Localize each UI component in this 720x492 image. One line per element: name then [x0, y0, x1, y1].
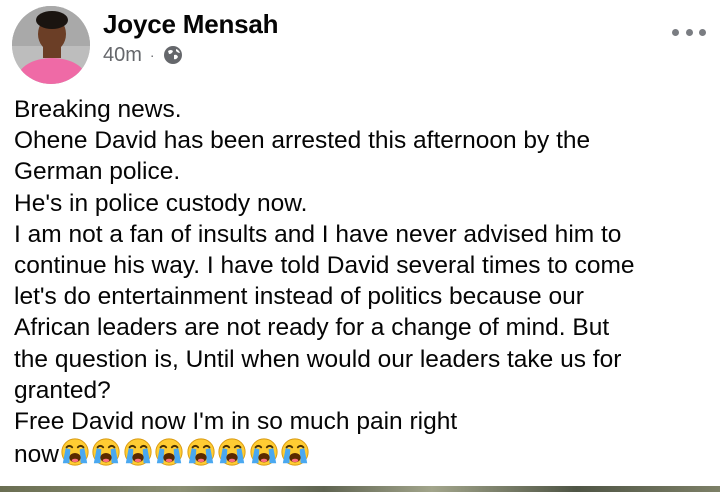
meta-separator: ·	[149, 47, 155, 63]
post-line: the question is, Until when would our le…	[14, 345, 622, 373]
more-dot	[672, 28, 679, 36]
globe-icon[interactable]	[163, 45, 183, 65]
post-line: Ohene David has been arrested this after…	[14, 127, 591, 155]
attached-photo-edge[interactable]	[0, 486, 720, 492]
post-line: I am not a fan of insults and I have nev…	[14, 220, 622, 248]
emoji-row	[60, 437, 312, 467]
post-meta: 40m ·	[103, 44, 183, 66]
more-options-icon[interactable]	[672, 22, 706, 42]
post-line: German police.	[14, 158, 181, 186]
post-body: Breaking news. Ohene David has been arre…	[14, 94, 714, 470]
loudly-crying-face-icon	[92, 438, 121, 466]
post-line: now	[14, 441, 59, 469]
post-last-line: now	[14, 437, 714, 470]
loudly-crying-face-icon	[250, 438, 278, 466]
post-line: granted?	[14, 376, 111, 404]
avatar[interactable]	[12, 6, 90, 84]
loudly-crying-face-icon	[61, 438, 89, 466]
post-line: African leaders are not ready for a chan…	[14, 314, 610, 342]
loudly-crying-face-icon	[124, 438, 152, 466]
loudly-crying-face-icon	[187, 438, 215, 466]
post-line: Breaking news.	[14, 96, 182, 123]
avatar-image	[12, 6, 90, 84]
more-dot	[699, 28, 706, 36]
loudly-crying-face-icon	[281, 438, 310, 466]
post-line: let's do entertainment instead of politi…	[14, 283, 584, 311]
post-line: continue his way. I have told David seve…	[14, 252, 635, 280]
more-dot	[685, 28, 693, 36]
post-line: Free David now I'm in so much pain right	[14, 408, 458, 436]
loudly-crying-face-icon	[155, 438, 184, 466]
author-name[interactable]: Joyce Mensah	[103, 9, 279, 40]
loudly-crying-face-icon	[218, 438, 247, 466]
post-line: He's in police custody now.	[14, 189, 308, 217]
facebook-post: Joyce Mensah 40m · Breaking news. Ohene …	[0, 0, 720, 492]
post-timestamp[interactable]: 40m	[103, 44, 142, 67]
